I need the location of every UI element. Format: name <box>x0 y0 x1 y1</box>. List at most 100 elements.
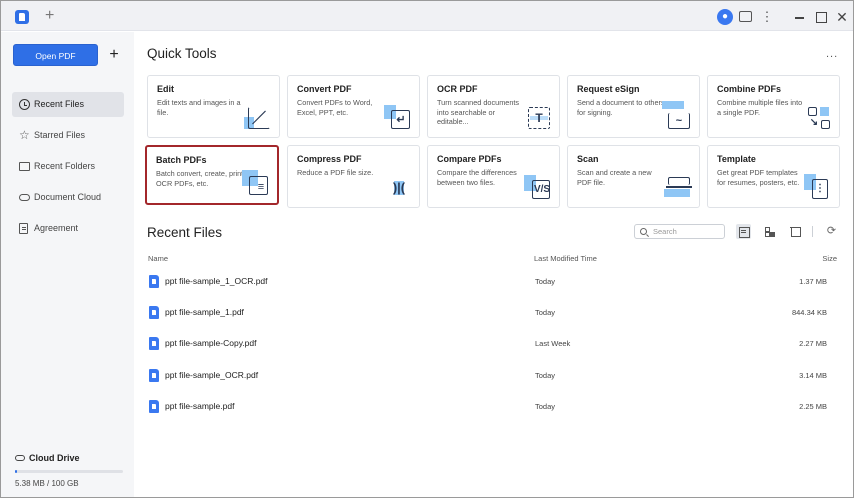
tool-description: Send a document to others for signing. <box>577 98 665 117</box>
tool-card-compare-pdfs[interactable]: Compare PDFs Compare the differences bet… <box>427 145 560 208</box>
app-logo-icon <box>15 10 29 24</box>
cloud-icon <box>19 194 30 201</box>
file-name: ppt file-sample_1_OCR.pdf <box>165 276 268 286</box>
search-placeholder: Search <box>653 227 677 236</box>
cloud-drive-label: Cloud Drive <box>29 453 80 463</box>
sidebar-item-starred-files[interactable]: ☆ Starred Files <box>12 123 124 148</box>
convert-icon: ↵ <box>384 105 410 129</box>
table-row[interactable]: ppt file-sample_OCR.pdf Today 3.14 MB <box>147 361 840 392</box>
tool-title: Request eSign <box>577 84 640 94</box>
account-avatar-icon[interactable]: ● <box>717 9 733 25</box>
tool-description: Scan and create a new PDF file. <box>577 168 652 187</box>
file-size: 1.37 MB <box>799 277 827 286</box>
search-icon <box>640 228 647 235</box>
tool-description: Convert PDFs to Word, Excel, PPT, etc. <box>297 98 373 117</box>
tool-card-request-esign[interactable]: Request eSign Send a document to others … <box>567 75 700 138</box>
storage-usage-text: 5.38 MB / 100 GB <box>15 479 79 488</box>
refresh-icon[interactable]: ⟳ <box>824 224 839 239</box>
storage-progress-bar <box>15 470 123 473</box>
tool-description: Batch convert, create, print, OCR PDFs, … <box>156 169 246 188</box>
table-row[interactable]: ppt file-sample_1.pdf Today 844.34 KB <box>147 298 840 329</box>
sidebar-item-recent-files[interactable]: Recent Files <box>12 92 124 117</box>
tool-description: Turn scanned documents into searchable o… <box>437 98 520 126</box>
star-icon: ☆ <box>19 128 30 142</box>
tool-card-compress-pdf[interactable]: Compress PDF Reduce a PDF file size. )|( <box>287 145 420 208</box>
esign-icon: ~ <box>662 101 690 129</box>
file-modified-time: Today <box>535 308 556 317</box>
more-vertical-icon[interactable]: ⋮ <box>759 9 775 25</box>
template-icon: ⋮ <box>804 174 830 199</box>
combine-icon: ↘ <box>808 107 830 129</box>
toolbar-divider <box>812 226 813 237</box>
file-modified-time: Today <box>535 277 556 286</box>
grid-view-icon[interactable] <box>762 224 777 239</box>
more-options-icon[interactable]: ... <box>826 48 838 60</box>
column-header-modified[interactable]: Last Modified Time <box>534 254 597 263</box>
tool-title: Combine PDFs <box>717 84 782 94</box>
scan-icon <box>664 177 692 199</box>
folder-icon <box>19 162 30 171</box>
file-size: 844.34 KB <box>791 308 827 317</box>
tool-card-template[interactable]: Template Get great PDF templates for res… <box>707 145 840 208</box>
tool-card-ocr-pdf[interactable]: OCR PDF Turn scanned documents into sear… <box>427 75 560 138</box>
sidebar-item-recent-folders[interactable]: Recent Folders <box>12 154 124 179</box>
tool-card-scan[interactable]: Scan Scan and create a new PDF file. <box>567 145 700 208</box>
sidebar-item-agreement[interactable]: Agreement <box>12 216 124 241</box>
tool-description: Reduce a PDF file size. <box>297 168 374 177</box>
sidebar-item-label: Agreement <box>34 223 79 233</box>
table-row[interactable]: ppt file-sample.pdf Today 2.25 MB <box>147 392 840 423</box>
sidebar-item-document-cloud[interactable]: Document Cloud <box>12 185 124 210</box>
tool-description: Get great PDF templates for resumes, pos… <box>717 168 800 187</box>
feedback-icon[interactable] <box>737 9 753 25</box>
search-input[interactable]: Search <box>634 224 725 239</box>
sidebar-item-label: Starred Files <box>34 130 86 140</box>
column-header-size[interactable]: Size <box>822 254 837 263</box>
maximize-button[interactable] <box>813 9 829 25</box>
file-size: 3.14 MB <box>799 371 827 380</box>
table-row[interactable]: ppt file-sample_1_OCR.pdf Today 1.37 MB <box>147 267 840 298</box>
pdf-file-icon <box>149 337 159 350</box>
tool-card-combine-pdfs[interactable]: Combine PDFs Combine multiple files into… <box>707 75 840 138</box>
cloud-icon <box>15 455 25 461</box>
list-view-icon[interactable] <box>736 224 751 239</box>
open-pdf-button[interactable]: Open PDF <box>13 44 98 66</box>
cloud-drive-link[interactable]: Cloud Drive <box>15 453 80 463</box>
main-content: Quick Tools ... Edit Edit texts and imag… <box>134 32 853 497</box>
column-header-name[interactable]: Name <box>148 254 168 263</box>
ocr-icon: T <box>528 107 550 129</box>
recent-files-title: Recent Files <box>147 225 223 240</box>
sidebar-item-label: Recent Files <box>34 99 85 109</box>
quick-tools-title: Quick Tools <box>147 46 217 61</box>
file-modified-time: Today <box>535 371 556 380</box>
close-window-button[interactable]: ✕ <box>834 9 850 25</box>
tool-title: Batch PDFs <box>156 155 207 165</box>
tool-title: Template <box>717 154 756 164</box>
sidebar: Open PDF + Recent Files ☆ Starred Files … <box>1 32 134 497</box>
pdf-file-icon <box>149 306 159 319</box>
storage-progress-fill <box>15 470 18 473</box>
tool-card-batch-pdfs[interactable]: Batch PDFs Batch convert, create, print,… <box>145 145 279 205</box>
sidebar-item-label: Recent Folders <box>34 161 96 171</box>
clock-icon <box>19 99 30 110</box>
tool-card-edit[interactable]: Edit Edit texts and images in a file. ／ <box>147 75 280 138</box>
tool-title: Convert PDF <box>297 84 352 94</box>
new-tab-button[interactable]: + <box>45 8 54 24</box>
tool-description: Combine multiple files into a single PDF… <box>717 98 803 117</box>
file-name: ppt file-sample-Copy.pdf <box>165 338 257 348</box>
trash-icon[interactable] <box>788 224 803 239</box>
create-new-button[interactable]: + <box>107 44 121 66</box>
file-modified-time: Last Week <box>535 339 571 348</box>
compress-icon: )|( <box>392 180 406 195</box>
compare-icon: V/S <box>524 175 550 199</box>
minimize-button[interactable] <box>792 9 808 25</box>
title-bar: + ● ⋮ ✕ <box>1 1 853 31</box>
tool-title: Scan <box>577 154 599 164</box>
file-modified-time: Today <box>535 402 556 411</box>
batch-icon: ≡ <box>242 170 268 195</box>
tool-title: Compress PDF <box>297 154 362 164</box>
table-row[interactable]: ppt file-sample-Copy.pdf Last Week 2.27 … <box>147 329 840 360</box>
file-size: 2.25 MB <box>799 402 827 411</box>
sidebar-item-label: Document Cloud <box>34 192 102 202</box>
tool-description: Edit texts and images in a file. <box>157 98 241 117</box>
tool-card-convert-pdf[interactable]: Convert PDF Convert PDFs to Word, Excel,… <box>287 75 420 138</box>
